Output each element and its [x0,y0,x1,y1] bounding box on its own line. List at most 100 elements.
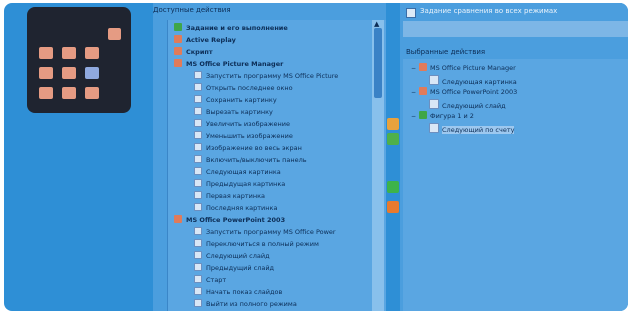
action-item[interactable]: Включить/выключить панель [194,155,307,165]
action-item[interactable]: Запустить программу MS Office Power [194,227,336,237]
action-item[interactable]: Предыдущий слайд [194,263,274,273]
header-bar [403,21,628,37]
action-item[interactable]: Уменьшить изображение [194,131,293,141]
document-icon [194,299,202,307]
app-icon [174,47,182,55]
app-icon [419,87,427,95]
document-icon [194,287,202,295]
action-item[interactable]: Увеличить изображение [194,119,290,129]
launcher-tile-1[interactable] [39,47,53,59]
action-label: Следующий слайд [206,252,270,260]
action-label: Уменьшить изображение [206,132,293,140]
tree-node-label: Следующий слайд [442,102,506,110]
scroll-thumb[interactable] [374,28,382,98]
tree-group-node[interactable]: − Фигура 1 и 2 [411,111,474,121]
tree-leaf-node[interactable]: Следующий слайд [429,99,506,110]
action-label: Запустить программу MS Office Power [206,228,336,236]
launcher-tile-9[interactable] [85,87,99,99]
collapse-toggle-icon[interactable]: − [411,112,419,122]
document-icon [194,263,202,271]
document-icon [194,107,202,115]
app-icon [174,215,182,223]
app-icon [174,35,182,43]
action-item[interactable]: Выйти из полного режима [194,299,297,309]
action-item[interactable]: Сохранить картинку [194,95,277,105]
action-item[interactable]: Изображение во весь экран [194,143,302,153]
launcher-tile-4[interactable] [39,67,53,79]
action-label: Сохранить картинку [206,96,277,104]
launcher-grid [39,47,99,99]
launcher-widget [27,7,131,113]
action-label: Последняя картинка [206,204,278,212]
available-actions-list[interactable]: Задание и его выполнение Active Replay Скр… [167,20,386,311]
action-item[interactable]: Запустить программу MS Office Picture [194,71,338,81]
move-up-button[interactable] [387,118,399,130]
action-item[interactable]: Предыдущая картинка [194,179,285,189]
action-group-item[interactable]: MS Office PowerPoint 2003 [174,215,285,225]
tree-node-label: Фигура 1 и 2 [430,112,474,120]
compare-checkbox[interactable] [406,8,416,18]
available-actions-panel: Доступные действия Задание и его выполне… [153,3,386,311]
document-icon [194,131,202,139]
document-icon [429,123,439,133]
action-item[interactable]: Следующий слайд [194,251,270,261]
document-icon [194,239,202,247]
tree-node-label: Следующая картинка [442,78,517,86]
action-label: Скрипт [186,48,213,56]
document-icon [194,71,202,79]
launcher-tile-7[interactable] [39,87,53,99]
action-label: Следующая картинка [206,168,281,176]
action-label: Вырезать картинку [206,108,273,116]
document-icon [194,119,202,127]
action-label: Active Replay [186,36,236,44]
available-actions-title: Доступные действия [153,6,231,14]
launcher-tile-8[interactable] [62,87,76,99]
collapse-toggle-icon[interactable]: − [411,64,419,74]
action-group-item[interactable]: MS Office Picture Manager [174,59,283,69]
move-down-button[interactable] [387,133,399,145]
action-label: Старт [206,276,227,284]
tree-group-node[interactable]: − MS Office Picture Manager [411,63,516,73]
action-label: Предыдущий слайд [206,264,275,272]
add-button[interactable] [387,181,399,193]
action-group-item[interactable]: Задание и его выполнение [174,23,288,33]
action-label: Выйти из полного режима [206,300,297,308]
action-item[interactable]: Следующая картинка [194,167,281,177]
action-label: Переключиться в полный режим [206,240,319,248]
document-icon [194,227,202,235]
action-item[interactable]: Последняя картинка [194,203,277,213]
action-item[interactable]: Переключиться в полный режим [194,239,319,249]
document-icon [194,179,202,187]
launcher-corner-tile[interactable] [108,28,121,40]
action-label: MS Office Picture Manager [186,60,284,68]
check-icon [174,23,182,31]
action-item[interactable]: Первая картинка [194,191,265,201]
scroll-up-arrow-icon[interactable]: ▲ [374,20,379,28]
launcher-tile-6[interactable] [85,67,99,79]
collapse-toggle-icon[interactable]: − [411,88,419,98]
tree-leaf-node[interactable]: Следующий по счету [429,123,515,134]
action-item[interactable]: Открыть последнее окно [194,83,293,93]
launcher-tile-3[interactable] [85,47,99,59]
action-group-item[interactable]: Active Replay [174,35,236,45]
document-icon [194,167,202,175]
launcher-tile-2[interactable] [62,47,76,59]
selected-actions-panel: Задание сравнения во всех режимах Выбран… [400,3,628,311]
app-window: Доступные действия Задание и его выполне… [4,3,628,311]
tree-node-label: MS Office Picture Manager [430,64,516,72]
action-item[interactable]: Старт [194,275,226,285]
action-item[interactable]: Вырезать картинку [194,107,273,117]
action-label: MS Office PowerPoint 2003 [186,216,286,224]
action-item[interactable]: Начать показ слайдов [194,287,282,297]
available-actions-scrollbar[interactable]: ▲ [372,20,384,311]
tree-leaf-node[interactable]: Следующая картинка [429,75,517,86]
tree-node-label: MS Office PowerPoint 2003 [430,88,518,96]
tree-group-node[interactable]: − MS Office PowerPoint 2003 [411,87,517,97]
check-icon [419,111,427,119]
action-group-item[interactable]: Скрипт [174,47,213,57]
action-label: Начать показ слайдов [206,288,283,296]
tree-node-label: Следующий по счету [442,126,515,134]
remove-button[interactable] [387,201,399,213]
selected-actions-tree[interactable]: − MS Office Picture Manager Следующая карт… [403,59,628,311]
launcher-tile-5[interactable] [62,67,76,79]
